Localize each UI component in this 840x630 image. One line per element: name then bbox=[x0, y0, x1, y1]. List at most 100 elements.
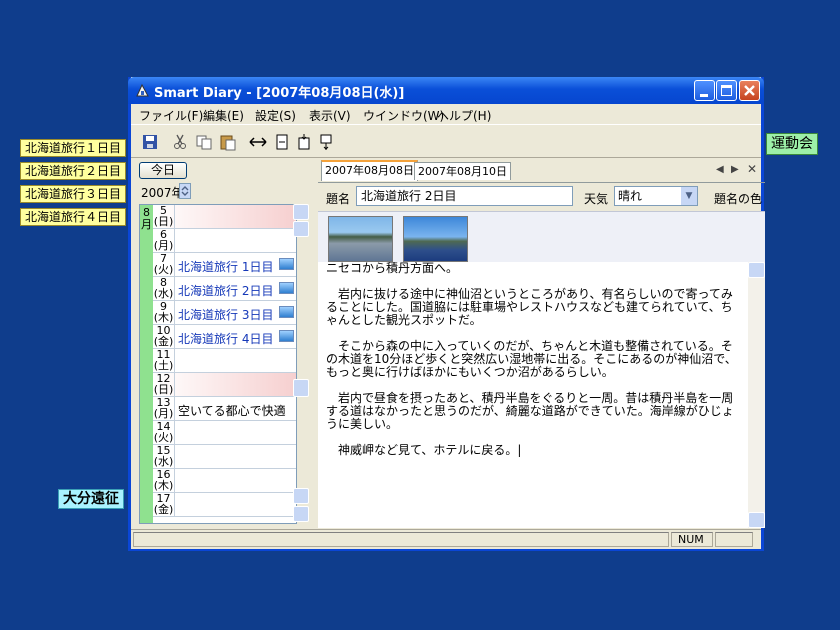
desktop-note-2[interactable]: 北海道旅行２日目 bbox=[20, 162, 127, 180]
menu-file[interactable]: ファイル(F) bbox=[139, 107, 203, 124]
weather-select[interactable]: 晴れ ▼ bbox=[614, 186, 698, 206]
day-of-week: (木) bbox=[153, 311, 174, 324]
day-of-week: (火) bbox=[153, 431, 174, 444]
day-entry-title[interactable]: 空いてる都心で快適 bbox=[178, 402, 286, 419]
minimize-icon bbox=[700, 94, 708, 97]
day-cell: 14 (火) bbox=[153, 421, 175, 444]
insert-after-icon[interactable] bbox=[317, 133, 335, 151]
diary-paragraph: 岩内で昼食を摂ったあと、積丹半島をぐるりと一周。昔は積丹半島を一周する道はなかっ… bbox=[326, 391, 734, 431]
calendar-day-row[interactable]: 9 (木) 北海道旅行 3日目 bbox=[153, 301, 296, 325]
app-icon bbox=[136, 83, 149, 97]
menu-edit[interactable]: 編集(E) bbox=[203, 107, 244, 124]
calendar-day-row[interactable]: 15 (水) bbox=[153, 445, 296, 469]
day-cell: 7 (火) bbox=[153, 253, 175, 276]
chevron-down-icon[interactable]: ▼ bbox=[681, 187, 697, 205]
desktop-note-1[interactable]: 北海道旅行１日目 bbox=[20, 139, 127, 157]
menu-bar: ファイル(F) 編集(E) 設定(S) 表示(V) ウインドウ(W) ヘルプ(H… bbox=[131, 104, 761, 124]
scroll-down-button-2[interactable] bbox=[293, 506, 309, 522]
cut-icon[interactable] bbox=[171, 133, 189, 151]
maximize-icon bbox=[721, 85, 732, 96]
desktop-note-3[interactable]: 北海道旅行３日目 bbox=[20, 185, 127, 203]
tab-next-icon[interactable]: ▶ bbox=[731, 164, 739, 175]
day-cell: 17 (金) bbox=[153, 493, 175, 516]
toolbar bbox=[131, 124, 761, 158]
desktop-note-4[interactable]: 北海道旅行４日目 bbox=[20, 208, 127, 226]
day-cell: 16 (木) bbox=[153, 469, 175, 492]
day-cell: 9 (木) bbox=[153, 301, 175, 324]
calendar-day-row[interactable]: 7 (火) 北海道旅行 1日目 bbox=[153, 253, 296, 277]
body-scroll-down[interactable] bbox=[748, 512, 765, 528]
desktop-note-sports[interactable]: 運動会 bbox=[766, 133, 818, 155]
day-cell: 8 (水) bbox=[153, 277, 175, 300]
paste-icon[interactable] bbox=[219, 133, 237, 151]
tab-2007-08-10[interactable]: 2007年08月10日 bbox=[414, 162, 511, 180]
day-entry-title[interactable]: 北海道旅行 1日目 bbox=[178, 258, 273, 275]
day-entry-title[interactable]: 北海道旅行 2日目 bbox=[178, 282, 273, 299]
day-entry-title[interactable]: 北海道旅行 4日目 bbox=[178, 330, 273, 347]
diary-paragraph: 神威岬など見て、ホテルに戻る。| bbox=[326, 443, 522, 457]
day-of-week: (水) bbox=[153, 455, 174, 468]
calendar-day-row[interactable]: 12 (日) bbox=[153, 373, 296, 397]
day-of-week: (水) bbox=[153, 287, 174, 300]
day-cell: 10 (金) bbox=[153, 325, 175, 348]
insert-below-icon[interactable] bbox=[295, 133, 313, 151]
menu-window[interactable]: ウインドウ(W) bbox=[363, 107, 444, 124]
day-entry-title[interactable]: 北海道旅行 3日目 bbox=[178, 306, 273, 323]
calendar-day-row[interactable]: 11 (土) bbox=[153, 349, 296, 373]
desktop-note-oita[interactable]: 大分遠征 bbox=[58, 489, 124, 509]
title-row: 題名 北海道旅行 2日目 天気 晴れ ▼ 題名の色 bbox=[318, 182, 765, 211]
day-cell: 12 (日) bbox=[153, 373, 175, 396]
photo-thumbnail-marsh[interactable] bbox=[328, 216, 393, 262]
scroll-down-button[interactable] bbox=[293, 488, 309, 504]
scroll-up-button[interactable] bbox=[293, 204, 309, 220]
calendar-day-row[interactable]: 17 (金) bbox=[153, 493, 296, 517]
status-num: NUM bbox=[671, 532, 713, 547]
diary-paragraph: そこから森の中に入っていくのだが、ちゃんと木道も整備されている。その木道を10分… bbox=[326, 339, 737, 379]
scroll-thumb[interactable] bbox=[293, 379, 309, 397]
calendar-list: 8月 5 (日) 6 (月) 7 (火) 北海道旅行 1日目 8 (水) 北海道旅行 2日目 9 (木… bbox=[139, 204, 297, 524]
status-main bbox=[133, 532, 669, 547]
menu-view[interactable]: 表示(V) bbox=[309, 107, 351, 124]
width-icon[interactable] bbox=[249, 133, 267, 151]
maximize-button[interactable] bbox=[716, 80, 737, 101]
insert-above-icon[interactable] bbox=[273, 133, 291, 151]
year-label: 2007年 bbox=[141, 186, 184, 200]
day-cell: 5 (日) bbox=[153, 205, 175, 228]
day-of-week: (日) bbox=[153, 383, 174, 396]
day-of-week: (月) bbox=[153, 239, 174, 252]
menu-settings[interactable]: 設定(S) bbox=[255, 107, 296, 124]
day-of-week: (金) bbox=[153, 335, 174, 348]
close-button[interactable] bbox=[739, 80, 760, 101]
tab-2007-08-08[interactable]: 2007年08月08日 bbox=[321, 160, 418, 181]
image-attachment-icon bbox=[279, 330, 294, 342]
calendar-day-row[interactable]: 14 (火) bbox=[153, 421, 296, 445]
menu-help[interactable]: ヘルプ(H) bbox=[437, 107, 491, 124]
diary-paragraph: ニセコから積丹方面へ。 bbox=[326, 262, 459, 275]
year-spinner[interactable] bbox=[179, 183, 191, 199]
day-cell: 6 (月) bbox=[153, 229, 175, 252]
title-input[interactable]: 北海道旅行 2日目 bbox=[356, 186, 573, 206]
diary-paragraph: 岩内に抜ける途中に神仙沼というところがあり、有名らしいので寄ってみることにした。… bbox=[326, 287, 733, 327]
calendar-day-row[interactable]: 5 (日) bbox=[153, 205, 296, 229]
body-scroll-up[interactable] bbox=[748, 262, 765, 278]
body-scrollbar[interactable] bbox=[748, 262, 765, 528]
image-attachment-icon bbox=[279, 258, 294, 270]
calendar-day-row[interactable]: 6 (月) bbox=[153, 229, 296, 253]
day-of-week: (土) bbox=[153, 359, 174, 372]
calendar-day-row[interactable]: 10 (金) 北海道旅行 4日目 bbox=[153, 325, 296, 349]
title-bar[interactable]: Smart Diary - [2007年08月08日(水)] bbox=[128, 77, 764, 104]
calendar-day-row[interactable]: 13 (月) 空いてる都心で快適 bbox=[153, 397, 296, 421]
tab-prev-icon[interactable]: ◀ bbox=[716, 164, 724, 175]
today-button[interactable]: 今日 bbox=[139, 162, 187, 179]
tab-close-icon[interactable]: ✕ bbox=[747, 162, 757, 176]
save-icon[interactable] bbox=[141, 133, 159, 151]
calendar-scrollbar[interactable] bbox=[293, 204, 309, 524]
title-label: 題名 bbox=[326, 192, 351, 206]
calendar-day-row[interactable]: 8 (水) 北海道旅行 2日目 bbox=[153, 277, 296, 301]
minimize-button[interactable] bbox=[694, 80, 715, 101]
copy-icon[interactable] bbox=[195, 133, 213, 151]
diary-body[interactable]: ニセコから積丹方面へ。 岩内に抜ける途中に神仙沼というところがあり、有名らしいの… bbox=[318, 262, 748, 528]
photo-thumbnail-coast[interactable] bbox=[403, 216, 468, 262]
scroll-up-button-2[interactable] bbox=[293, 221, 309, 237]
calendar-day-row[interactable]: 16 (木) bbox=[153, 469, 296, 493]
